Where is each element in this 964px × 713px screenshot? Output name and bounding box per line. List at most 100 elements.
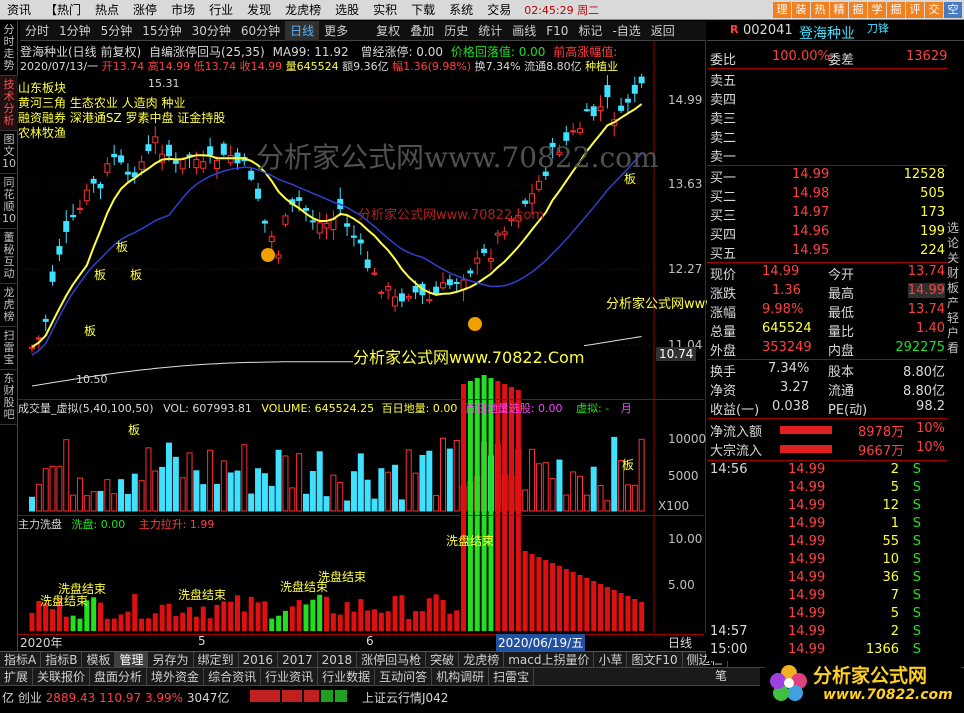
tick-detail-button[interactable]: 笔 <box>715 667 727 684</box>
menu-item-limit-up[interactable]: 涨停 <box>126 0 164 20</box>
menu-item-news[interactable]: 资讯 <box>0 0 38 20</box>
float-text: 流通8.80亿 <box>524 60 582 73</box>
tab-30min[interactable]: 30分钟 <box>187 21 236 41</box>
tab-industry-data[interactable]: 行业数据 <box>318 668 376 685</box>
menu-item-dragon-tiger[interactable]: 龙虎榜 <box>278 0 328 20</box>
left-tab-mine-sweeper[interactable]: 扫雷宝 <box>0 327 18 370</box>
right-tab-2[interactable]: 论 <box>947 236 964 251</box>
button-history[interactable]: 历史 <box>439 21 473 41</box>
tab-indicator-a[interactable]: 指标A <box>0 651 42 668</box>
tick-row: 14:56 14.99 2 S <box>710 462 945 480</box>
quick-button-4[interactable]: 精 <box>830 2 848 18</box>
right-tab-8[interactable]: 户 <box>947 326 964 341</box>
wash-bar <box>550 563 556 631</box>
tab-daily[interactable]: 日线 <box>285 20 320 41</box>
stock-name[interactable]: 登海种业 <box>799 23 855 43</box>
quick-button-3[interactable]: 热 <box>811 2 829 18</box>
quick-button-5[interactable]: 掘 <box>849 2 867 18</box>
quick-button-1[interactable]: 理 <box>773 2 791 18</box>
right-tab-1[interactable]: 选 <box>947 221 964 236</box>
button-back[interactable]: 返回 <box>646 21 680 41</box>
right-tab-9[interactable]: 看 <box>947 341 964 356</box>
button-draw[interactable]: 画线 <box>507 21 541 41</box>
tab-60min[interactable]: 60分钟 <box>236 21 285 41</box>
button-f10[interactable]: F10 <box>541 21 573 41</box>
tab-indicator-b[interactable]: 指标B <box>41 651 83 668</box>
chart-area[interactable]: 板板板板板板板洗盘结束 洗盘结束 洗盘结束 洗盘结束 洗盘结束 洗盘结束 登海种业(日线 … <box>18 41 794 635</box>
tab-more[interactable]: 更多 <box>319 21 353 41</box>
left-tab-dragon-tiger[interactable]: 龙虎榜 <box>0 284 18 327</box>
order-ratio-row: 委比 100.00% 委差 13629 <box>710 49 947 68</box>
indicator-name[interactable]: 自编涨停回马(25,35) <box>149 45 265 59</box>
volume-bar <box>419 454 426 512</box>
volume-indicator-name[interactable]: 成交量_虚拟(5,40,100,50) <box>18 402 154 415</box>
tab-15min[interactable]: 15分钟 <box>137 21 186 41</box>
button-overlay[interactable]: 叠加 <box>405 21 439 41</box>
tab-limitup-pullback[interactable]: 涨停回马枪 <box>357 651 427 668</box>
menu-item-system[interactable]: 系统 <box>442 0 480 20</box>
menu-item-practice[interactable]: 实积 <box>366 0 404 20</box>
left-tab-intraday[interactable]: 分时走势 <box>0 21 18 76</box>
wash-indicator-name[interactable]: 主力洗盘 <box>18 518 62 531</box>
left-tab-ths-f10[interactable]: 同花顺10 <box>0 174 18 229</box>
tab-mine-sweeper[interactable]: 扫雷宝 <box>489 668 535 685</box>
right-tab-3[interactable]: 关 <box>947 251 964 266</box>
tab-5min[interactable]: 5分钟 <box>96 21 138 41</box>
vol-label-3: X100 <box>658 499 690 513</box>
left-tab-technical[interactable]: 技术分析 <box>0 76 18 131</box>
tab-2018[interactable]: 2018 <box>318 651 358 668</box>
tab-overseas-funds[interactable]: 境外资金 <box>147 668 205 685</box>
tab-template[interactable]: 模板 <box>82 651 116 668</box>
tab-manage[interactable]: 管理 <box>115 651 149 668</box>
button-add-watch[interactable]: -自选 <box>607 21 645 41</box>
quick-button-7[interactable]: 掘 <box>887 2 905 18</box>
right-tab-4[interactable]: 财 <box>947 266 964 281</box>
stat-row-turnover: 换手 7.34% 股本 8.80亿 <box>710 361 945 380</box>
tab-board-analysis[interactable]: 盘面分析 <box>90 668 148 685</box>
tab-general-news[interactable]: 综合资讯 <box>204 668 262 685</box>
menu-item-trade[interactable]: 交易 <box>480 0 518 20</box>
menu-item-stock-picker[interactable]: 选股 <box>328 0 366 20</box>
quick-button-2[interactable]: 装 <box>792 2 810 18</box>
menu-item-download[interactable]: 下载 <box>404 0 442 20</box>
button-mark[interactable]: 标记 <box>573 21 607 41</box>
tab-1min[interactable]: 1分钟 <box>54 21 96 41</box>
tab-2017[interactable]: 2017 <box>278 651 318 668</box>
right-tab-6[interactable]: 产 <box>947 296 964 311</box>
chart-canvas[interactable]: 板板板板板板板洗盘结束洗盘结束 洗盘结束洗盘结束洗盘结束洗盘结束 <box>18 41 706 633</box>
button-adjust[interactable]: 复权 <box>371 21 405 41</box>
quick-button-9[interactable]: 交 <box>925 2 943 18</box>
left-tab-guba[interactable]: 东财股吧 <box>0 370 18 425</box>
left-tab-secretary[interactable]: 董秘互动 <box>0 229 18 284</box>
tab-save-as[interactable]: 另存为 <box>148 651 194 668</box>
tab-institution-research[interactable]: 机构调研 <box>432 668 490 685</box>
tab-qa[interactable]: 互动问答 <box>375 668 433 685</box>
volume-bar <box>590 466 597 512</box>
left-tab-graphic-f10[interactable]: 图文10 <box>0 131 18 174</box>
menu-item-hot[interactable]: 【热门 <box>38 0 88 20</box>
quick-button-10[interactable]: 空 <box>944 2 962 18</box>
menu-item-discover[interactable]: 发现 <box>240 0 278 20</box>
tab-breakout[interactable]: 突破 <box>426 651 460 668</box>
tab-2016[interactable]: 2016 <box>239 651 279 668</box>
menu-item-market[interactable]: 市场 <box>164 0 202 20</box>
tick-direction: S <box>912 534 921 549</box>
tab-macd[interactable]: macd上拐量价 <box>504 651 595 668</box>
right-tab-5[interactable]: 板 <box>947 281 964 296</box>
tab-intraday[interactable]: 分时 <box>20 21 54 41</box>
quick-button-6[interactable]: 学 <box>868 2 886 18</box>
tab-bind-to[interactable]: 绑定到 <box>194 651 239 668</box>
right-tab-7[interactable]: 轻 <box>947 311 964 326</box>
quick-button-8[interactable]: 评 <box>906 2 924 18</box>
tab-graphic-f10[interactable]: 图文F10 <box>627 651 683 668</box>
tab-related-quote[interactable]: 关联报价 <box>33 668 91 685</box>
tab-dragon-tiger[interactable]: 龙虎榜 <box>459 651 505 668</box>
stat-row-outer: 外盘 353249 内盘 292275 <box>710 340 945 359</box>
volume-bar <box>49 465 56 512</box>
tab-industry-news[interactable]: 行业资讯 <box>261 668 319 685</box>
tab-grass[interactable]: 小草 <box>594 651 628 668</box>
button-stats[interactable]: 统计 <box>473 21 507 41</box>
menu-item-industry[interactable]: 行业 <box>202 0 240 20</box>
menu-item-hotspot[interactable]: 热点 <box>88 0 126 20</box>
tab-expand[interactable]: 扩展 <box>0 668 34 685</box>
